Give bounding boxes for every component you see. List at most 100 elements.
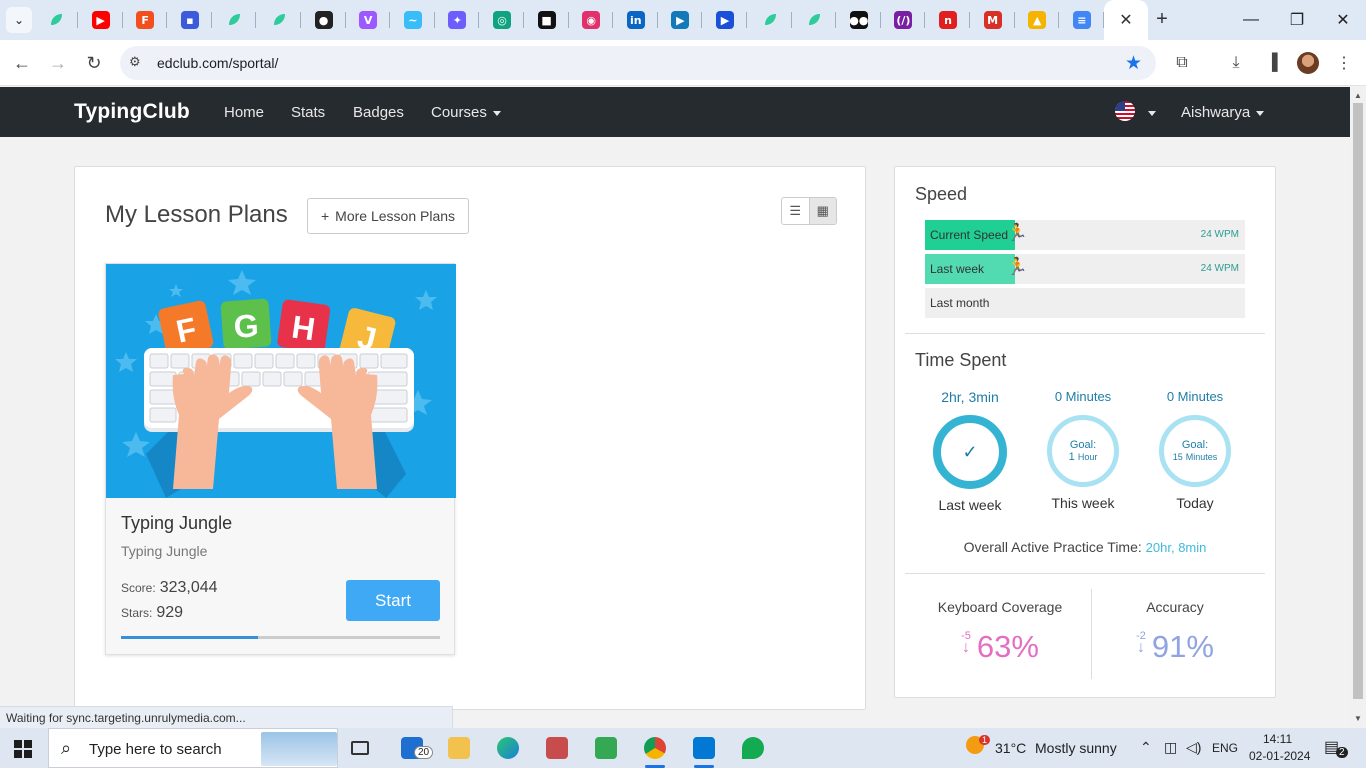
language-indicator[interactable]: ENG (1212, 741, 1238, 755)
search-highlight-image (261, 732, 337, 766)
edge-icon[interactable] (492, 732, 524, 764)
browser-tab[interactable]: F (123, 0, 168, 40)
photos-icon[interactable] (541, 732, 573, 764)
bookmark-star-icon[interactable]: ★ (1125, 52, 1142, 75)
site-settings-icon[interactable]: ⚙ (129, 54, 141, 70)
lesson-card[interactable]: F G H J Typing Jungle Typing Jungle Scor… (105, 263, 456, 655)
browser-tab[interactable]: ◎ (480, 0, 524, 40)
lesson-name[interactable]: Typing Jungle (121, 513, 232, 534)
grid-view-icon[interactable]: ▦ (808, 198, 836, 224)
browser-tab[interactable] (748, 0, 792, 40)
volume-icon[interactable]: ◁) (1186, 739, 1201, 756)
browser-tab[interactable]: ~ (391, 0, 435, 40)
browser-tab[interactable]: (/) (881, 0, 926, 40)
address-bar[interactable]: ⚙ edclub.com/sportal/ ★ (120, 46, 1156, 80)
back-arrow-icon[interactable]: ← (8, 49, 36, 77)
browser-tab[interactable]: ●● (837, 0, 881, 40)
task-view-icon[interactable] (344, 732, 376, 764)
nav-home[interactable]: Home (224, 104, 264, 121)
extensions-icon[interactable]: ⧉ (1170, 51, 1194, 75)
figma-icon: F (136, 11, 155, 29)
start-button[interactable]: Start (346, 580, 440, 621)
scroll-up-icon[interactable]: ▲ (1354, 91, 1362, 100)
browser-tab[interactable]: ▶ (79, 0, 123, 40)
goal-num: 1 (1068, 451, 1075, 463)
browser-tab[interactable]: ▪ (168, 0, 212, 40)
profile-avatar[interactable] (1297, 52, 1319, 74)
taskbar-search-box[interactable]: ⌕ Type here to search (48, 728, 338, 768)
nav-stats[interactable]: Stats (291, 104, 325, 121)
reload-icon[interactable]: ↻ (80, 49, 108, 77)
browser-tab[interactable]: ▶ (658, 0, 703, 40)
scrollbar-thumb[interactable] (1353, 103, 1363, 699)
arrow-down-icon: ↓ (1136, 639, 1145, 656)
speed-row: Last month (925, 288, 1245, 318)
browser-tab[interactable]: ▶ (703, 0, 747, 40)
browser-tab[interactable] (34, 0, 78, 40)
list-view-icon[interactable]: ☰ (782, 198, 809, 224)
new-tab-button[interactable]: + (1150, 8, 1174, 32)
instagram-icon: ◉ (582, 11, 601, 29)
browser-tab[interactable]: ✦ (435, 0, 480, 40)
clock-time[interactable]: 14:11 (1263, 732, 1292, 746)
download-icon[interactable]: ⤓ (1224, 51, 1248, 75)
lesson-progress-fill (121, 636, 259, 639)
side-panel-icon[interactable]: ▐ (1260, 51, 1284, 75)
brand-logo[interactable]: TypingClub (74, 100, 190, 124)
vscode-icon[interactable] (688, 732, 720, 768)
view-toggle: ☰ ▦ (781, 197, 837, 225)
minimize-icon[interactable]: — (1228, 0, 1274, 40)
user-name: Aishwarya (1181, 104, 1251, 121)
us-flag-icon[interactable] (1115, 101, 1135, 121)
active-browser-tab[interactable]: ✕ (1104, 0, 1148, 40)
windows-start-icon[interactable] (14, 740, 32, 758)
weather-text[interactable]: Mostly sunny (1035, 740, 1117, 756)
weather-temp[interactable]: 31°C (995, 740, 1026, 756)
last-week-caption: Last week (938, 497, 1002, 513)
camera-icon[interactable]: ◫ (1164, 739, 1177, 756)
nav-courses[interactable]: Courses (431, 104, 501, 121)
today-caption: Today (1176, 495, 1214, 511)
more-lesson-plans-button[interactable]: + More Lesson Plans (307, 198, 469, 234)
browser-tab[interactable]: ● (302, 0, 346, 40)
browser-tab[interactable]: V (346, 0, 391, 40)
forward-arrow-icon[interactable]: → (44, 49, 72, 77)
file-explorer-icon[interactable] (443, 732, 475, 764)
language-caret[interactable] (1142, 104, 1156, 121)
unsplash-icon: ■ (537, 11, 556, 29)
browser-toolbar: ← → ↻ ⚙ edclub.com/sportal/ ★ ⧉ ⤓ ▐ ⋮ (0, 40, 1366, 86)
scroll-down-icon[interactable]: ▼ (1354, 714, 1362, 723)
speed-row-label: Current Speed (930, 228, 1009, 242)
browser-tab[interactable] (212, 0, 257, 40)
goal-unit: Minutes (1185, 452, 1218, 462)
tab-search-chevron-icon[interactable]: ⌄ (6, 7, 32, 33)
browser-tab[interactable] (257, 0, 301, 40)
chrome-icon[interactable] (639, 732, 671, 768)
chevron-up-icon[interactable]: ⌃ (1140, 739, 1152, 756)
clock-date[interactable]: 02-01-2024 (1249, 749, 1310, 763)
page-scrollbar[interactable]: ▲ ▼ (1350, 87, 1366, 728)
user-menu[interactable]: Aishwarya (1181, 104, 1265, 121)
leaf-icon (225, 11, 243, 29)
browser-tab[interactable]: ▲ (1015, 0, 1060, 40)
meet-icon[interactable] (590, 732, 622, 764)
browser-tab[interactable]: in (614, 0, 658, 40)
mongodb-icon[interactable] (737, 732, 769, 764)
restore-icon[interactable]: ❐ (1274, 0, 1320, 40)
browser-tab[interactable]: ◉ (569, 0, 614, 40)
browser-status-text: Waiting for sync.targeting.unrulymedia.c… (0, 706, 453, 728)
close-tab-icon[interactable]: ✕ (1119, 10, 1132, 30)
browser-tab[interactable]: ≡ (1060, 0, 1104, 40)
browser-tab[interactable]: M (971, 0, 1015, 40)
browser-tab[interactable] (792, 0, 837, 40)
browser-tab[interactable]: ■ (525, 0, 569, 40)
url-text[interactable]: edclub.com/sportal/ (157, 55, 278, 71)
close-window-icon[interactable]: ✕ (1320, 0, 1366, 40)
nav-badges[interactable]: Badges (353, 104, 404, 121)
browser-tab[interactable]: n (926, 0, 970, 40)
today-goal-ring: Goal: 15 Minutes (1159, 415, 1231, 487)
typing-jungle-illustration: F G H J (106, 264, 456, 498)
accuracy-stat: Accuracy -2 ↓ 91% (1085, 599, 1265, 665)
last-week-time: 2hr, 3min ✓ Last week (915, 389, 1025, 513)
more-menu-icon[interactable]: ⋮ (1332, 51, 1356, 75)
